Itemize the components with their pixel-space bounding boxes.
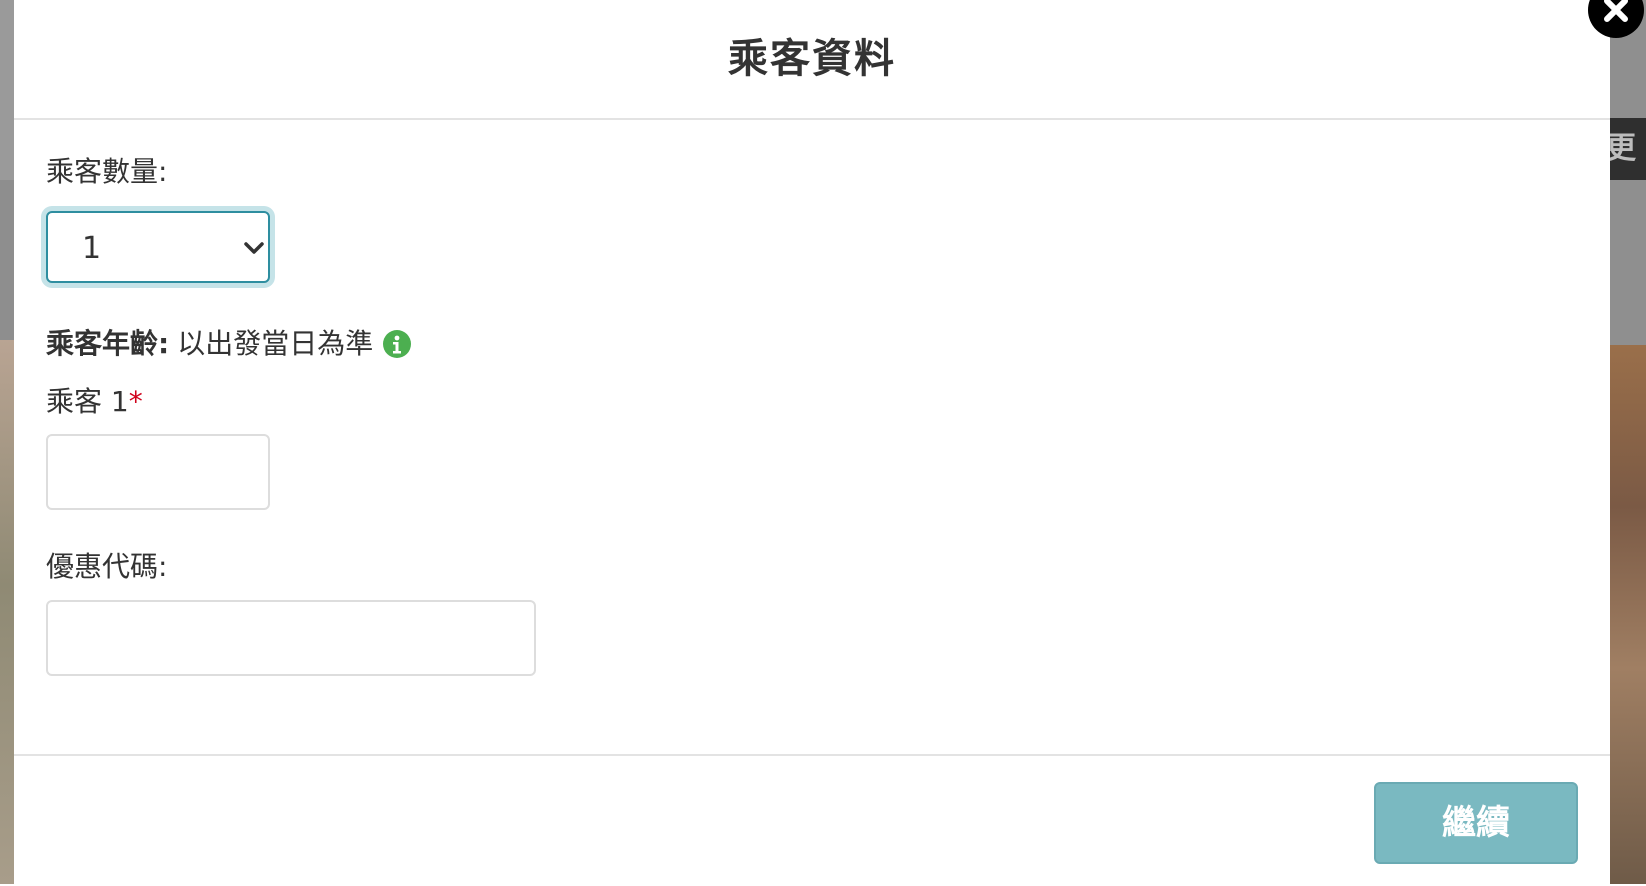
- continue-button[interactable]: 繼續: [1374, 782, 1578, 864]
- close-icon: [1604, 0, 1628, 22]
- info-icon[interactable]: [383, 330, 412, 358]
- modal-footer: 繼續: [14, 754, 1610, 886]
- passenger-count-label: 乘客數量:: [46, 155, 168, 188]
- chevron-down-icon: [244, 242, 264, 254]
- passenger-info-modal: 乘客資料 乘客數量: 1 乘客年齡: 以出發當日為準 乘客 1* 優惠代碼: 繼…: [14, 0, 1644, 886]
- background-panel: [0, 180, 14, 340]
- age-note-text: 以出發當日為準: [177, 327, 374, 360]
- background-panel: [0, 0, 14, 180]
- modal-header: 乘客資料: [14, 0, 1610, 120]
- background-photo: [0, 340, 14, 884]
- info-glyph-icon: [393, 335, 402, 354]
- required-marker: *: [128, 385, 143, 418]
- passenger-1-label: 乘客 1*: [46, 380, 143, 420]
- promo-code-input[interactable]: [46, 600, 536, 676]
- modal-title: 乘客資料: [728, 36, 896, 82]
- passenger-count-select[interactable]: 1: [46, 211, 270, 283]
- passenger-1-label-text: 乘客 1: [46, 385, 129, 418]
- background-photo: [1610, 345, 1646, 884]
- promo-code-label: 優惠代碼:: [46, 550, 168, 583]
- passenger-count-value: 1: [82, 231, 102, 266]
- age-note: 乘客年齡: 以出發當日為準: [46, 322, 412, 362]
- background-more-tab: 更多: [1610, 118, 1646, 180]
- age-label: 乘客年齡:: [46, 327, 170, 360]
- passenger-1-age-input[interactable]: [46, 434, 270, 510]
